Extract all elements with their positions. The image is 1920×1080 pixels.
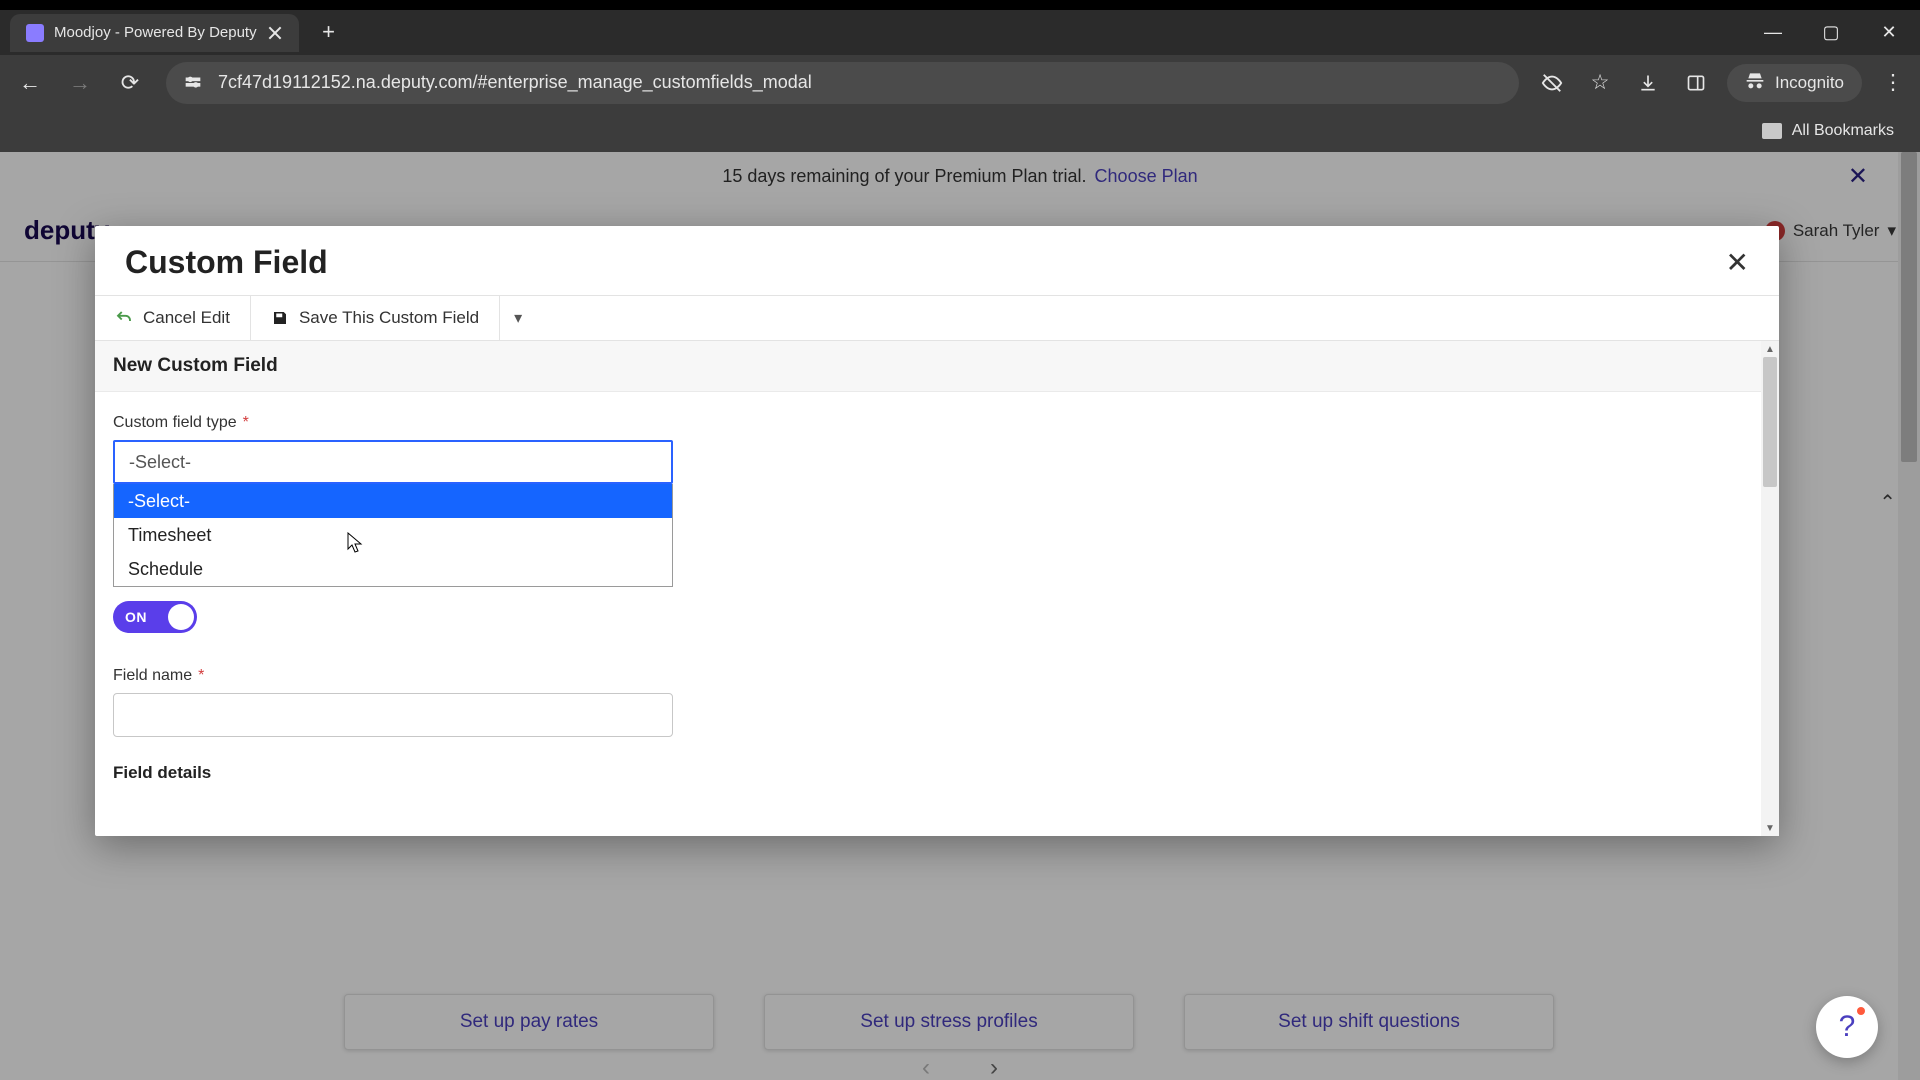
bookmarks-bar: All Bookmarks <box>0 110 1920 152</box>
custom-field-type-label: Custom field type* <box>113 414 1761 432</box>
address-bar[interactable]: 7cf47d19112152.na.deputy.com/#enterprise… <box>166 62 1519 104</box>
bookmark-star-icon[interactable]: ☆ <box>1583 66 1617 100</box>
field-name-label: Field name* <box>113 667 1761 685</box>
help-fab[interactable]: ? <box>1816 996 1878 1058</box>
tabstrip: Moodjoy - Powered By Deputy + ― ▢ ✕ <box>0 10 1920 55</box>
custom-field-modal: Custom Field ✕ Cancel Edit Save This Cus… <box>95 226 1779 836</box>
dropdown-option-timesheet[interactable]: Timesheet <box>114 518 672 552</box>
modal-scrollbar[interactable]: ▲ ▼ <box>1761 341 1779 836</box>
downloads-icon[interactable] <box>1631 66 1665 100</box>
dropdown-option-schedule[interactable]: Schedule <box>114 552 672 586</box>
reload-button[interactable]: ⟳ <box>110 63 150 103</box>
modal-toolbar: Cancel Edit Save This Custom Field ▾ <box>95 295 1779 341</box>
question-icon: ? <box>1839 1010 1856 1044</box>
forward-button: → <box>60 63 100 103</box>
field-details-heading: Field details <box>113 763 1761 783</box>
toggle-label: ON <box>125 609 147 625</box>
chevron-down-icon: ▾ <box>514 308 522 328</box>
save-dropdown-toggle[interactable]: ▾ <box>500 296 536 340</box>
toggle-knob-icon <box>168 604 194 630</box>
modal-title: Custom Field <box>125 244 328 281</box>
minimize-icon[interactable]: ― <box>1760 20 1786 46</box>
save-label: Save This Custom Field <box>299 308 479 328</box>
maximize-icon[interactable]: ▢ <box>1818 20 1844 46</box>
close-window-icon[interactable]: ✕ <box>1876 20 1902 46</box>
site-info-icon[interactable] <box>182 72 204 94</box>
required-icon: * <box>198 667 204 684</box>
sidepanel-icon[interactable] <box>1679 66 1713 100</box>
close-modal-icon[interactable]: ✕ <box>1726 246 1749 279</box>
field-name-input[interactable] <box>113 693 673 737</box>
active-toggle[interactable]: ON <box>113 601 197 633</box>
window-controls: ― ▢ ✕ <box>1760 20 1920 46</box>
browser-toolbar: ← → ⟳ 7cf47d19112152.na.deputy.com/#ente… <box>0 55 1920 110</box>
incognito-label: Incognito <box>1775 73 1844 93</box>
scroll-up-icon[interactable]: ▲ <box>1761 341 1779 357</box>
cancel-edit-label: Cancel Edit <box>143 308 230 328</box>
dropdown-option-select[interactable]: -Select- <box>114 484 672 518</box>
new-tab-button[interactable]: + <box>313 17 345 49</box>
custom-field-type-dropdown: -Select- Timesheet Schedule <box>113 484 673 587</box>
required-icon: * <box>243 414 249 431</box>
favicon-icon <box>26 24 44 42</box>
browser-tab[interactable]: Moodjoy - Powered By Deputy <box>10 14 299 52</box>
incognito-icon <box>1745 70 1765 95</box>
all-bookmarks-button[interactable]: All Bookmarks <box>1792 122 1894 140</box>
cancel-edit-button[interactable]: Cancel Edit <box>95 296 251 340</box>
modal-subheader: New Custom Field <box>95 341 1779 392</box>
save-icon <box>271 309 289 327</box>
tab-title: Moodjoy - Powered By Deputy <box>54 24 257 41</box>
notification-dot-icon <box>1857 1007 1865 1015</box>
close-tab-icon[interactable] <box>267 25 283 41</box>
url-text: 7cf47d19112152.na.deputy.com/#enterprise… <box>218 72 1503 93</box>
save-button[interactable]: Save This Custom Field <box>251 296 500 340</box>
scroll-down-icon[interactable]: ▼ <box>1761 820 1779 836</box>
back-button[interactable]: ← <box>10 63 50 103</box>
undo-icon <box>115 309 133 327</box>
select-value: -Select- <box>129 452 191 473</box>
folder-icon <box>1762 123 1782 139</box>
eye-off-icon[interactable] <box>1535 66 1569 100</box>
incognito-chip[interactable]: Incognito <box>1727 64 1862 102</box>
custom-field-type-select[interactable]: -Select- <box>113 440 673 484</box>
kebab-menu-icon[interactable]: ⋮ <box>1876 66 1910 100</box>
